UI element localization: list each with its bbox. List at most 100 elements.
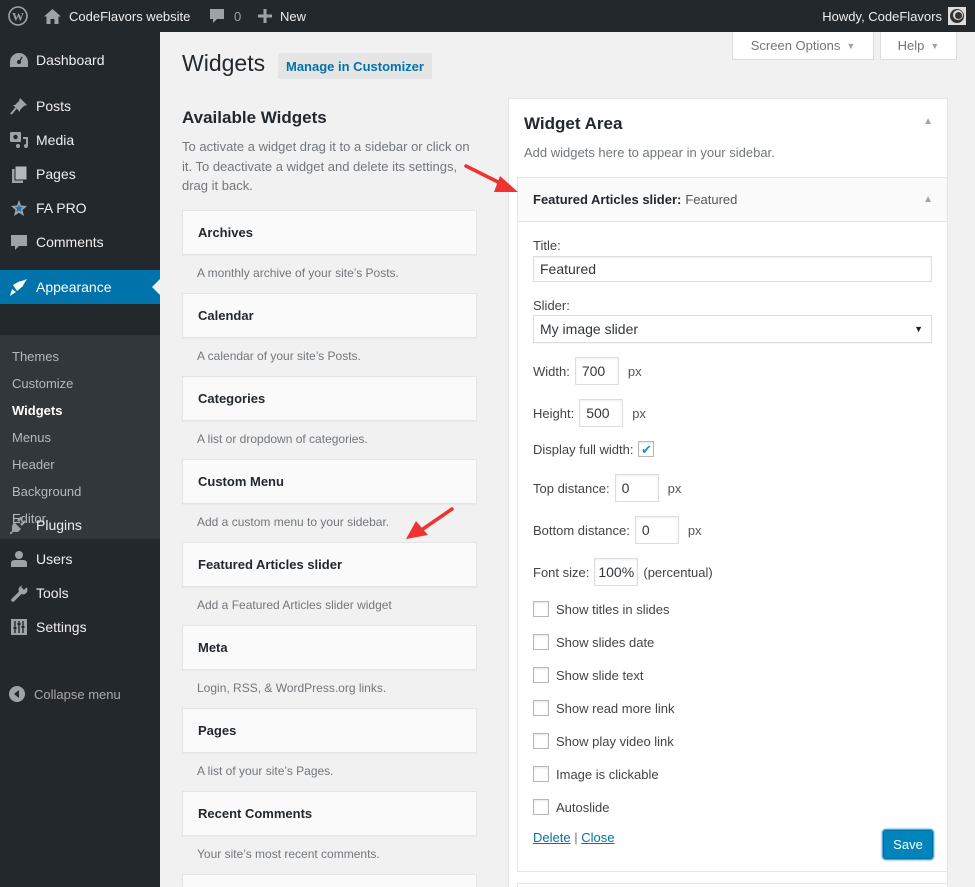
user-icon [0,551,36,567]
title-input[interactable]: Featured [533,256,932,282]
widget-description: Add a custom menu to your sidebar. [197,515,390,529]
widget-categories[interactable]: Categories [182,376,477,421]
next-widget-area[interactable] [517,883,948,887]
avatar [948,7,966,25]
top-distance-unit: px [667,480,682,496]
widget-area-description: Add widgets here to appear in your sideb… [524,145,775,160]
sidebar-item-dashboard[interactable]: Dashboard [0,43,160,77]
dashboard-icon [0,53,36,67]
collapse-toggle-icon[interactable]: ▲ [923,116,933,127]
sidebar-item-settings[interactable]: Settings [0,610,160,644]
font-size-label: Font size: [533,564,590,580]
show-text-checkbox[interactable] [533,667,549,683]
widget-header[interactable]: Featured Articles slider: Featured ▲ [518,178,947,222]
sidebar-item-media[interactable]: Media [0,123,160,157]
new-content-button[interactable]: New [258,0,306,32]
bottom-distance-label: Bottom distance: [533,522,630,538]
triangle-down-icon: ▼ [846,40,856,51]
widget-pages[interactable]: Pages [182,708,477,753]
top-distance-input[interactable]: 0 [614,474,659,502]
screen-options-button[interactable]: Screen Options ▼ [732,32,874,60]
autoslide-checkbox[interactable] [533,799,549,815]
checkmark-icon: ✔ [640,441,652,457]
sidebar-item-tools[interactable]: Tools [0,576,160,610]
widget-next[interactable] [182,874,477,887]
font-size-input[interactable]: 100% [594,558,639,586]
checkbox-row: Show titles in slides [533,601,669,617]
width-unit: px [627,363,642,379]
sidebar-item-comments[interactable]: Comments [0,225,160,259]
font-size-row: Font size: 100% (percentual) [533,558,713,586]
screen-options-label: Screen Options [750,38,841,53]
site-name-link[interactable]: CodeFlavors website [44,0,190,32]
widget-custom-menu[interactable]: Custom Menu [182,459,477,504]
submenu-header[interactable]: Header [12,457,55,472]
width-input[interactable]: 700 [574,357,619,385]
checkbox-label: Show titles in slides [556,601,670,617]
image-clickable-checkbox[interactable] [533,766,549,782]
widget-description: A calendar of your site’s Posts. [197,349,361,363]
width-row: Width: 700 px [533,357,642,385]
checkbox-row: Show play video link [533,733,674,749]
title-label: Title: [533,238,561,253]
media-icon [0,131,36,149]
submenu-menus[interactable]: Menus [12,430,51,445]
sidebar-item-fa-pro[interactable]: FA PRO [0,191,160,225]
checkbox-row: Show slides date [533,634,654,650]
sidebar-item-label: Plugins [36,517,82,533]
widget-recent-comments[interactable]: Recent Comments [182,791,477,836]
sidebar-item-label: Media [36,132,75,148]
sidebar-item-users[interactable]: Users [0,542,160,576]
help-button[interactable]: Help ▼ [880,32,957,60]
sidebar-item-label: Settings [36,619,87,635]
show-date-checkbox[interactable] [533,634,549,650]
collapse-menu-button[interactable]: Collapse menu [0,682,160,706]
widget-calendar[interactable]: Calendar [182,293,477,338]
widget-toggle-icon[interactable]: ▲ [923,194,933,205]
widget-meta[interactable]: Meta [182,625,477,670]
widget-area-title: Widget Area [524,114,623,133]
sidebar-item-pages[interactable]: Pages [0,157,160,191]
checkbox-row: Show read more link [533,700,675,716]
submenu-customize[interactable]: Customize [12,376,73,391]
triangle-down-icon: ▼ [930,40,940,51]
sidebar-item-label: Posts [36,98,72,114]
submenu-background[interactable]: Background [12,484,81,499]
wordpress-logo-button[interactable]: W [8,0,28,32]
delete-link[interactable]: Delete [533,830,571,845]
sidebar-item-plugins[interactable]: Plugins [0,508,160,542]
sidebar-item-label: FA PRO [36,200,87,216]
show-read-more-checkbox[interactable] [533,700,549,716]
show-titles-checkbox[interactable] [533,601,549,617]
checkbox-label: Show slide text [556,667,644,683]
pages-icon [0,165,36,183]
show-play-video-checkbox[interactable] [533,733,549,749]
height-input[interactable]: 500 [579,399,624,427]
submenu-themes[interactable]: Themes [12,349,59,364]
manage-in-customizer-button[interactable]: Manage in Customizer [278,53,432,79]
checkbox-row: Image is clickable [533,766,659,782]
sidebar-item-label: Comments [36,234,104,250]
comments-link[interactable]: 0 [209,0,241,32]
close-link[interactable]: Close [581,830,614,845]
plug-icon [0,516,36,534]
wordpress-logo-icon: W [8,6,28,26]
save-button[interactable]: Save [883,830,933,859]
height-row: Height: 500 px [533,399,646,427]
checkbox-label: Show read more link [556,700,675,716]
plus-icon [258,9,272,23]
full-width-checkbox[interactable]: ✔ [638,441,655,457]
sidebar-item-appearance[interactable]: Appearance [0,270,160,304]
height-unit: px [632,405,646,421]
widget-archives[interactable]: Archives [182,210,477,255]
slider-select[interactable]: My image slider ▼ [533,315,932,343]
widget-description: Your site’s most recent comments. [197,847,380,861]
submenu-widgets[interactable]: Widgets [12,403,62,418]
greeting: Howdy, CodeFlavors [822,8,942,24]
my-account-menu[interactable]: Howdy, CodeFlavors [822,0,966,32]
bottom-distance-row: Bottom distance: 0 px [533,516,702,544]
widget-featured-articles-slider[interactable]: Featured Articles slider [182,542,477,587]
sidebar-item-label: Tools [36,585,69,601]
bottom-distance-input[interactable]: 0 [634,516,679,544]
sidebar-item-posts[interactable]: Posts [0,89,160,123]
